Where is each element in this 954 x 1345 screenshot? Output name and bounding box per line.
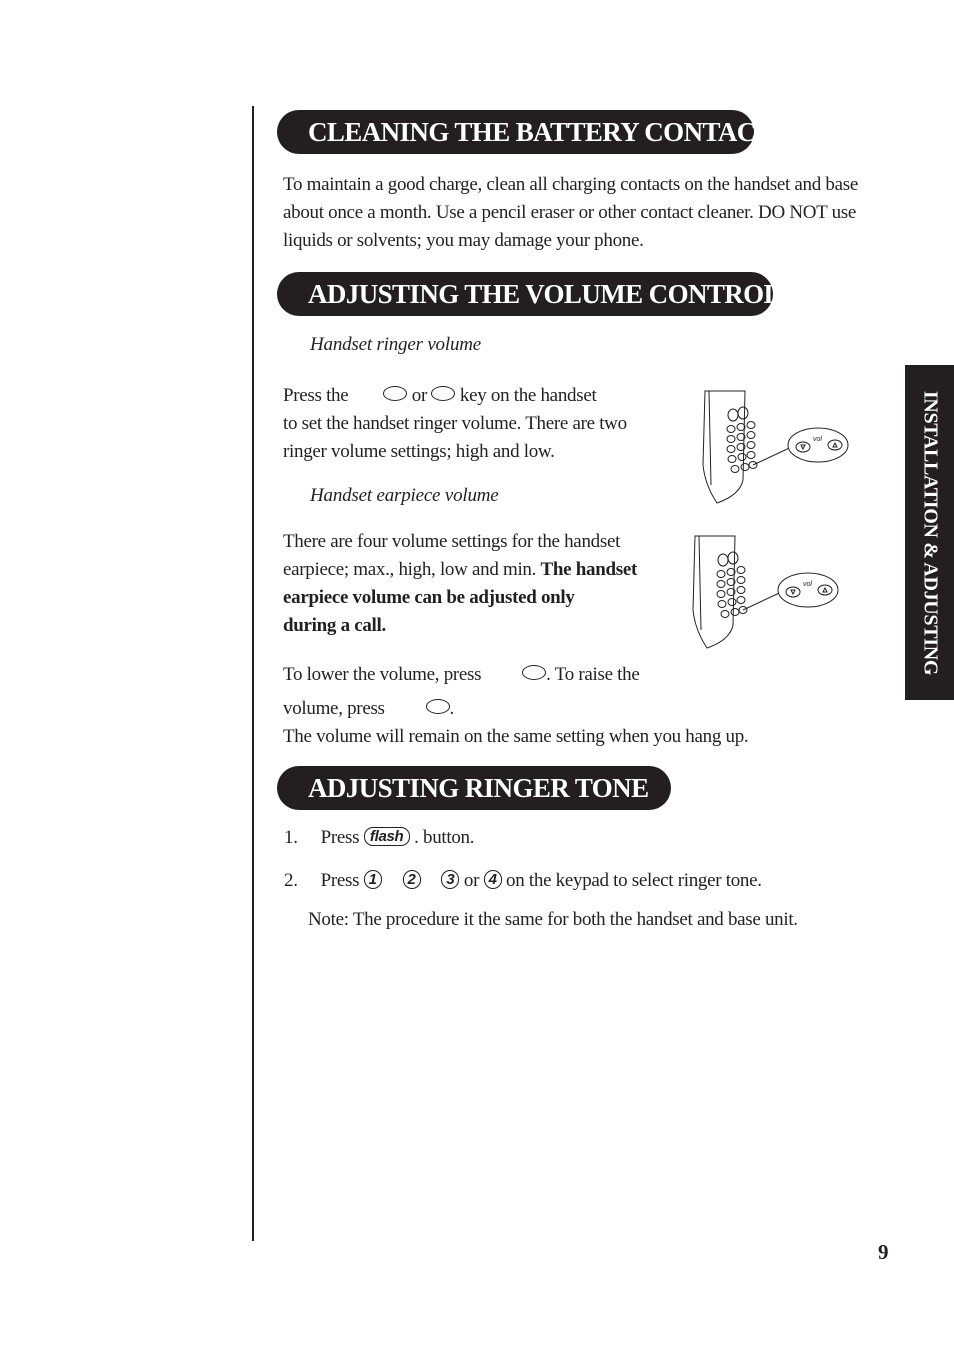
text-line: earpiece volume can be adjusted only	[283, 587, 575, 608]
chapter-side-tab: INSTALLATION & ADJUSTING	[905, 365, 954, 700]
ringer-note: Note: The procedure it the same for both…	[308, 909, 798, 930]
text-line: liquids or solvents; you may damage your…	[283, 230, 644, 251]
vol-label: vol	[803, 581, 812, 588]
key-3-icon: 3	[441, 870, 460, 890]
text-line: during a call.	[283, 615, 386, 636]
volume-up-key-icon	[431, 386, 456, 402]
remain-line: The volume will remain on the same setti…	[283, 726, 749, 747]
section-heading-volume: ADJUSTING THE VOLUME CONTROLS	[277, 272, 796, 316]
text-line: to set the handset ringer volume. There …	[283, 413, 627, 434]
earpiece-paragraph: There are four volume settings for the h…	[283, 528, 637, 640]
text-line: There are four volume settings for the h…	[283, 531, 621, 552]
raise-volume-line: volume, press .	[283, 698, 454, 719]
text-line: ringer volume settings; high and low.	[283, 441, 555, 462]
vol-label: vol	[813, 436, 822, 443]
key-2-icon: 2	[402, 870, 421, 890]
heading-text: ADJUSTING THE VOLUME CONTROLS	[308, 279, 796, 309]
subheading-earpiece-volume: Handset earpiece volume	[310, 485, 499, 506]
key-4-icon: 4	[483, 870, 502, 890]
step-2: 2. Press 1 2 3 or 4 on the keypad to sel…	[284, 870, 762, 891]
volume-up-key-icon	[425, 699, 450, 715]
step-1: 1. Press flash . button.	[284, 827, 475, 848]
volume-down-key-icon	[522, 665, 547, 681]
lower-volume-line: To lower the volume, press . To raise th…	[283, 664, 640, 685]
heading-text: ADJUSTING RINGER TONE	[308, 773, 649, 803]
section-heading-ringer-tone: ADJUSTING RINGER TONE	[277, 766, 671, 810]
margin-rule	[252, 106, 254, 1241]
key-1-icon: 1	[363, 870, 382, 890]
section-heading-cleaning: CLEANING THE BATTERY CONTACTS	[277, 110, 788, 154]
handset-volume-illustration: vol	[702, 390, 849, 504]
text-line: about once a month. Use a pencil eraser …	[283, 202, 857, 223]
text-line: earpiece; max., high, low and min. The h…	[283, 559, 638, 580]
handset-earpiece-illustration: vol	[692, 535, 839, 649]
subheading-ringer-volume: Handset ringer volume	[310, 334, 481, 355]
cleaning-paragraph: To maintain a good charge, clean all cha…	[283, 171, 858, 255]
page-number: 9	[878, 1240, 889, 1264]
heading-text: CLEANING THE BATTERY CONTACTS	[308, 117, 788, 147]
flash-key-icon: flash	[363, 827, 410, 847]
ringer-paragraph: Press the or key on the handset to set t…	[283, 382, 627, 466]
volume-down-key-icon	[383, 386, 408, 402]
side-tab-label: INSTALLATION & ADJUSTING	[919, 390, 941, 675]
text-line: Press the or key on the handset	[283, 385, 597, 406]
text-line: To maintain a good charge, clean all cha…	[283, 174, 858, 195]
